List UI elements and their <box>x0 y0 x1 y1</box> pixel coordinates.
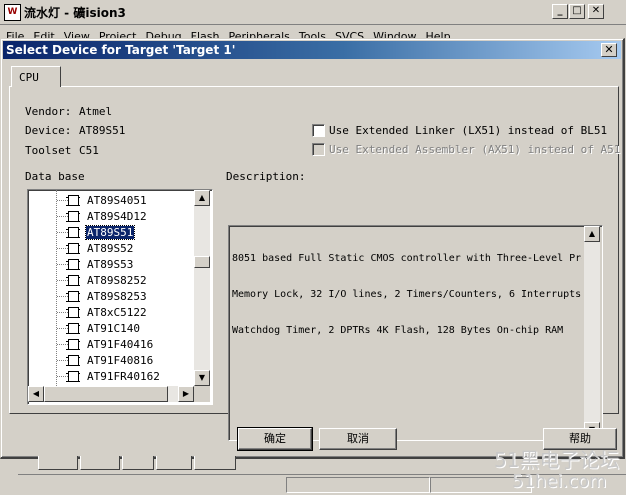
device-name: AT8xC5122 <box>87 306 147 319</box>
device-tree-item[interactable]: AT89S4051 <box>28 192 194 208</box>
tree-horizontal-scrollbar[interactable]: ◀ ▶ <box>28 386 194 402</box>
chip-icon <box>66 243 80 254</box>
minimize-button[interactable]: _ <box>552 4 568 19</box>
extended-assembler-label: Use Extended Assembler (AX51) instead of… <box>329 143 621 156</box>
chip-icon <box>66 371 80 382</box>
chip-icon <box>66 195 80 206</box>
description-box[interactable]: 8051 based Full Static CMOS controller w… <box>228 225 603 441</box>
scroll-corner <box>194 386 210 402</box>
device-tree-item[interactable]: AT91F40416 <box>28 336 194 352</box>
maximize-button[interactable]: □ <box>569 4 585 19</box>
chip-icon <box>66 291 80 302</box>
device-name: AT91F40816 <box>87 354 154 367</box>
chip-icon <box>66 275 80 286</box>
watermark-text: 51黑电子论坛 <box>494 448 620 472</box>
device-tree-item[interactable]: AT8xC5122 <box>28 304 194 320</box>
tree-hscroll-thumb[interactable] <box>44 386 168 402</box>
chip-icon <box>66 227 80 238</box>
extended-linker-label[interactable]: Use Extended Linker (LX51) instead of BL… <box>329 124 607 137</box>
device-tree-item[interactable]: AT89S4D12 <box>28 208 194 224</box>
device-name: AT91FR40162 <box>87 370 160 383</box>
tab-cpu-label: CPU <box>19 71 39 84</box>
device-name: AT89S51 <box>84 225 136 240</box>
device-tree-item[interactable]: AT89S51 <box>28 224 194 240</box>
description-line: 8051 based Full Static CMOS controller w… <box>232 253 582 264</box>
device-database-tree[interactable]: AT89S4051 AT89S4D12 AT89S51 AT89S52 AT89S53 A… <box>27 189 213 405</box>
device-name: AT89S52 <box>87 242 134 255</box>
chip-icon <box>66 259 80 270</box>
ide-window-title: 流水灯 - 礦ision3 <box>24 6 126 20</box>
tab-cpu[interactable]: CPU <box>11 66 61 87</box>
tree-vertical-scrollbar[interactable]: ▲ ▼ <box>194 190 210 386</box>
scroll-down-icon[interactable]: ▼ <box>194 370 210 386</box>
device-tree-item[interactable]: AT89S53 <box>28 256 194 272</box>
uvision-app-icon: W <box>4 4 21 21</box>
device-tree-item[interactable]: AT91F40816 <box>28 352 194 368</box>
project-window-tabs <box>18 456 236 471</box>
description-label: Description: <box>226 170 306 183</box>
extended-linker-checkbox[interactable] <box>312 124 325 137</box>
chip-icon <box>66 339 80 350</box>
device-name: AT89S4051 <box>87 194 147 207</box>
description-line: Watchdog Timer, 2 DPTRs 4K Flash, 128 By… <box>232 325 564 336</box>
scroll-left-icon[interactable]: ◀ <box>28 386 44 402</box>
extended-assembler-checkbox[interactable] <box>312 143 325 156</box>
ok-button[interactable]: 确定 <box>237 427 313 451</box>
description-text: 8051 based Full Static CMOS controller w… <box>232 229 582 435</box>
scroll-right-icon[interactable]: ▶ <box>178 386 194 402</box>
chip-icon <box>66 211 80 222</box>
ide-close-button[interactable]: ✕ <box>588 4 604 19</box>
books-tab[interactable] <box>122 456 154 470</box>
device-name: AT91F40416 <box>87 338 154 351</box>
chip-icon <box>66 307 80 318</box>
device-tree-item[interactable]: AT89S8253 <box>28 288 194 304</box>
description-line: Memory Lock, 32 I/O lines, 2 Timers/Coun… <box>232 289 582 300</box>
description-scrollbar[interactable]: ▲ ▼ <box>584 226 600 438</box>
files-tab[interactable] <box>38 456 78 470</box>
chip-icon <box>66 355 80 366</box>
dialog-close-button[interactable]: ✕ <box>601 43 617 57</box>
scroll-up-icon[interactable]: ▲ <box>194 190 210 206</box>
toolset-label: Toolset <box>25 144 72 157</box>
cancel-button[interactable]: 取消 <box>319 428 397 450</box>
device-name: AT89S8252 <box>87 274 147 287</box>
database-label: Data base <box>25 170 85 183</box>
ide-title-bar: W 流水灯 - 礦ision3 _ □ ✕ <box>0 0 626 25</box>
device-name: AT89S53 <box>87 258 134 271</box>
device-name: AT91C140 <box>87 322 140 335</box>
watermark-url: 51hei.com <box>512 471 607 492</box>
device-tree-item[interactable]: AT91C140 <box>28 320 194 336</box>
desc-scroll-up-icon[interactable]: ▲ <box>584 226 600 242</box>
functions-tab[interactable] <box>156 456 192 470</box>
tree-scroll-thumb[interactable] <box>194 256 210 268</box>
device-tree-item[interactable]: AT89S52 <box>28 240 194 256</box>
chip-icon <box>66 323 80 334</box>
select-device-dialog: Select Device for Target 'Target 1' ✕ CP… <box>0 38 625 459</box>
device-name: AT89S8253 <box>87 290 147 303</box>
device-tree-item[interactable]: AT91FR40162 <box>28 368 194 384</box>
regs-tab[interactable] <box>80 456 120 470</box>
device-label: Device: <box>25 124 72 137</box>
device-value: AT89S51 <box>79 124 126 137</box>
device-name: AT89S4D12 <box>87 210 147 223</box>
device-tree-item[interactable]: AT89S8252 <box>28 272 194 288</box>
dialog-title: Select Device for Target 'Target 1' <box>6 43 236 57</box>
status-cell <box>286 477 430 493</box>
dialog-title-bar: Select Device for Target 'Target 1' ✕ <box>3 41 621 59</box>
vendor-value: Atmel <box>79 105 113 118</box>
toolset-value: C51 <box>79 144 99 157</box>
vendor-label: Vendor: <box>25 105 72 118</box>
templates-tab[interactable] <box>194 456 236 470</box>
